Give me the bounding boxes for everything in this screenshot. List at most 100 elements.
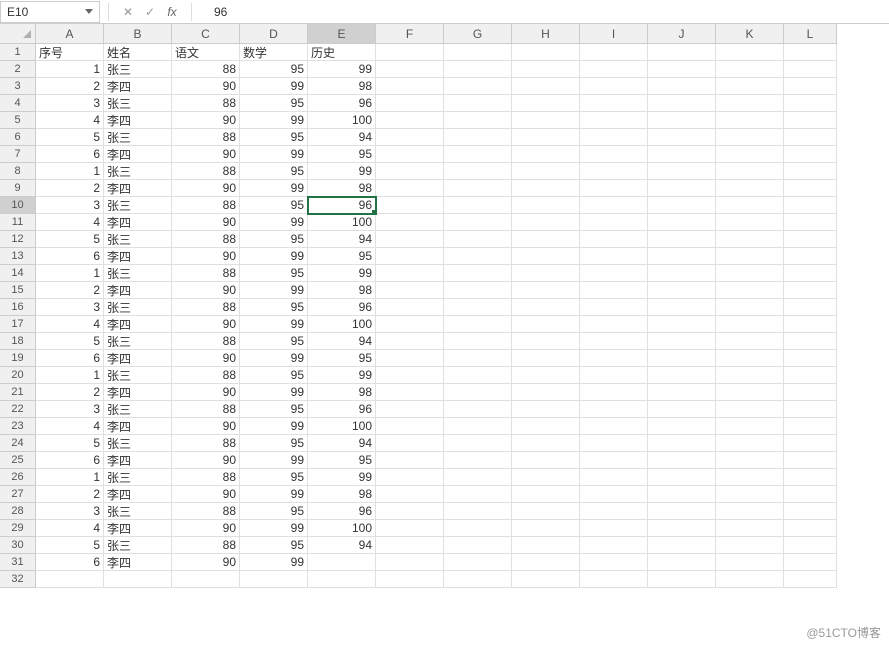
- cell-L11[interactable]: [784, 214, 837, 231]
- cell-J12[interactable]: [648, 231, 716, 248]
- cell-L9[interactable]: [784, 180, 837, 197]
- fx-icon[interactable]: fx: [163, 3, 181, 21]
- cell-K1[interactable]: [716, 44, 784, 61]
- cell-G32[interactable]: [444, 571, 512, 588]
- cell-I7[interactable]: [580, 146, 648, 163]
- column-header-F[interactable]: F: [376, 24, 444, 44]
- cell-F11[interactable]: [376, 214, 444, 231]
- cell-E4[interactable]: 96: [308, 95, 376, 112]
- cell-E31[interactable]: [308, 554, 376, 571]
- cell-F12[interactable]: [376, 231, 444, 248]
- cell-I30[interactable]: [580, 537, 648, 554]
- cell-J25[interactable]: [648, 452, 716, 469]
- cancel-icon[interactable]: ✕: [119, 3, 137, 21]
- cell-G31[interactable]: [444, 554, 512, 571]
- cell-J24[interactable]: [648, 435, 716, 452]
- cell-L16[interactable]: [784, 299, 837, 316]
- cell-I9[interactable]: [580, 180, 648, 197]
- cell-G1[interactable]: [444, 44, 512, 61]
- cell-B18[interactable]: 张三: [104, 333, 172, 350]
- cell-G25[interactable]: [444, 452, 512, 469]
- cell-J13[interactable]: [648, 248, 716, 265]
- cell-D1[interactable]: 数学: [240, 44, 308, 61]
- cell-L7[interactable]: [784, 146, 837, 163]
- cell-H25[interactable]: [512, 452, 580, 469]
- cell-B19[interactable]: 李四: [104, 350, 172, 367]
- column-header-E[interactable]: E: [308, 24, 376, 44]
- cell-K17[interactable]: [716, 316, 784, 333]
- cell-L17[interactable]: [784, 316, 837, 333]
- cell-F8[interactable]: [376, 163, 444, 180]
- cell-B16[interactable]: 张三: [104, 299, 172, 316]
- cell-L32[interactable]: [784, 571, 837, 588]
- row-header-29[interactable]: 29: [0, 520, 36, 537]
- cell-I21[interactable]: [580, 384, 648, 401]
- cell-I28[interactable]: [580, 503, 648, 520]
- cell-G11[interactable]: [444, 214, 512, 231]
- cell-J9[interactable]: [648, 180, 716, 197]
- cell-F30[interactable]: [376, 537, 444, 554]
- cell-I14[interactable]: [580, 265, 648, 282]
- cell-A3[interactable]: 2: [36, 78, 104, 95]
- cell-C1[interactable]: 语文: [172, 44, 240, 61]
- cell-H3[interactable]: [512, 78, 580, 95]
- cell-G2[interactable]: [444, 61, 512, 78]
- cell-H6[interactable]: [512, 129, 580, 146]
- cell-F6[interactable]: [376, 129, 444, 146]
- cell-C9[interactable]: 90: [172, 180, 240, 197]
- cell-G24[interactable]: [444, 435, 512, 452]
- cell-H8[interactable]: [512, 163, 580, 180]
- cell-E32[interactable]: [308, 571, 376, 588]
- cell-C13[interactable]: 90: [172, 248, 240, 265]
- cell-E3[interactable]: 98: [308, 78, 376, 95]
- cell-C14[interactable]: 88: [172, 265, 240, 282]
- cell-D5[interactable]: 99: [240, 112, 308, 129]
- cell-G30[interactable]: [444, 537, 512, 554]
- cell-A17[interactable]: 4: [36, 316, 104, 333]
- cell-E12[interactable]: 94: [308, 231, 376, 248]
- cell-K23[interactable]: [716, 418, 784, 435]
- cell-D15[interactable]: 99: [240, 282, 308, 299]
- column-header-G[interactable]: G: [444, 24, 512, 44]
- cell-E23[interactable]: 100: [308, 418, 376, 435]
- cell-A6[interactable]: 5: [36, 129, 104, 146]
- cell-K25[interactable]: [716, 452, 784, 469]
- cell-F29[interactable]: [376, 520, 444, 537]
- cell-B8[interactable]: 张三: [104, 163, 172, 180]
- row-header-4[interactable]: 4: [0, 95, 36, 112]
- cell-K10[interactable]: [716, 197, 784, 214]
- cell-H5[interactable]: [512, 112, 580, 129]
- cell-L25[interactable]: [784, 452, 837, 469]
- cell-D14[interactable]: 95: [240, 265, 308, 282]
- cell-G17[interactable]: [444, 316, 512, 333]
- cell-H31[interactable]: [512, 554, 580, 571]
- cell-L3[interactable]: [784, 78, 837, 95]
- cell-E6[interactable]: 94: [308, 129, 376, 146]
- cell-B4[interactable]: 张三: [104, 95, 172, 112]
- cell-J27[interactable]: [648, 486, 716, 503]
- row-header-1[interactable]: 1: [0, 44, 36, 61]
- cell-F23[interactable]: [376, 418, 444, 435]
- row-header-19[interactable]: 19: [0, 350, 36, 367]
- cell-I29[interactable]: [580, 520, 648, 537]
- cell-A9[interactable]: 2: [36, 180, 104, 197]
- cell-F18[interactable]: [376, 333, 444, 350]
- cell-D28[interactable]: 95: [240, 503, 308, 520]
- cell-F28[interactable]: [376, 503, 444, 520]
- cell-H32[interactable]: [512, 571, 580, 588]
- cell-B3[interactable]: 李四: [104, 78, 172, 95]
- cell-B30[interactable]: 张三: [104, 537, 172, 554]
- cell-J17[interactable]: [648, 316, 716, 333]
- cell-L26[interactable]: [784, 469, 837, 486]
- cell-I1[interactable]: [580, 44, 648, 61]
- cell-E9[interactable]: 98: [308, 180, 376, 197]
- row-header-10[interactable]: 10: [0, 197, 36, 214]
- cell-F21[interactable]: [376, 384, 444, 401]
- cell-K31[interactable]: [716, 554, 784, 571]
- cell-B28[interactable]: 张三: [104, 503, 172, 520]
- cell-E22[interactable]: 96: [308, 401, 376, 418]
- cell-B6[interactable]: 张三: [104, 129, 172, 146]
- cell-B32[interactable]: [104, 571, 172, 588]
- cell-L5[interactable]: [784, 112, 837, 129]
- cell-L2[interactable]: [784, 61, 837, 78]
